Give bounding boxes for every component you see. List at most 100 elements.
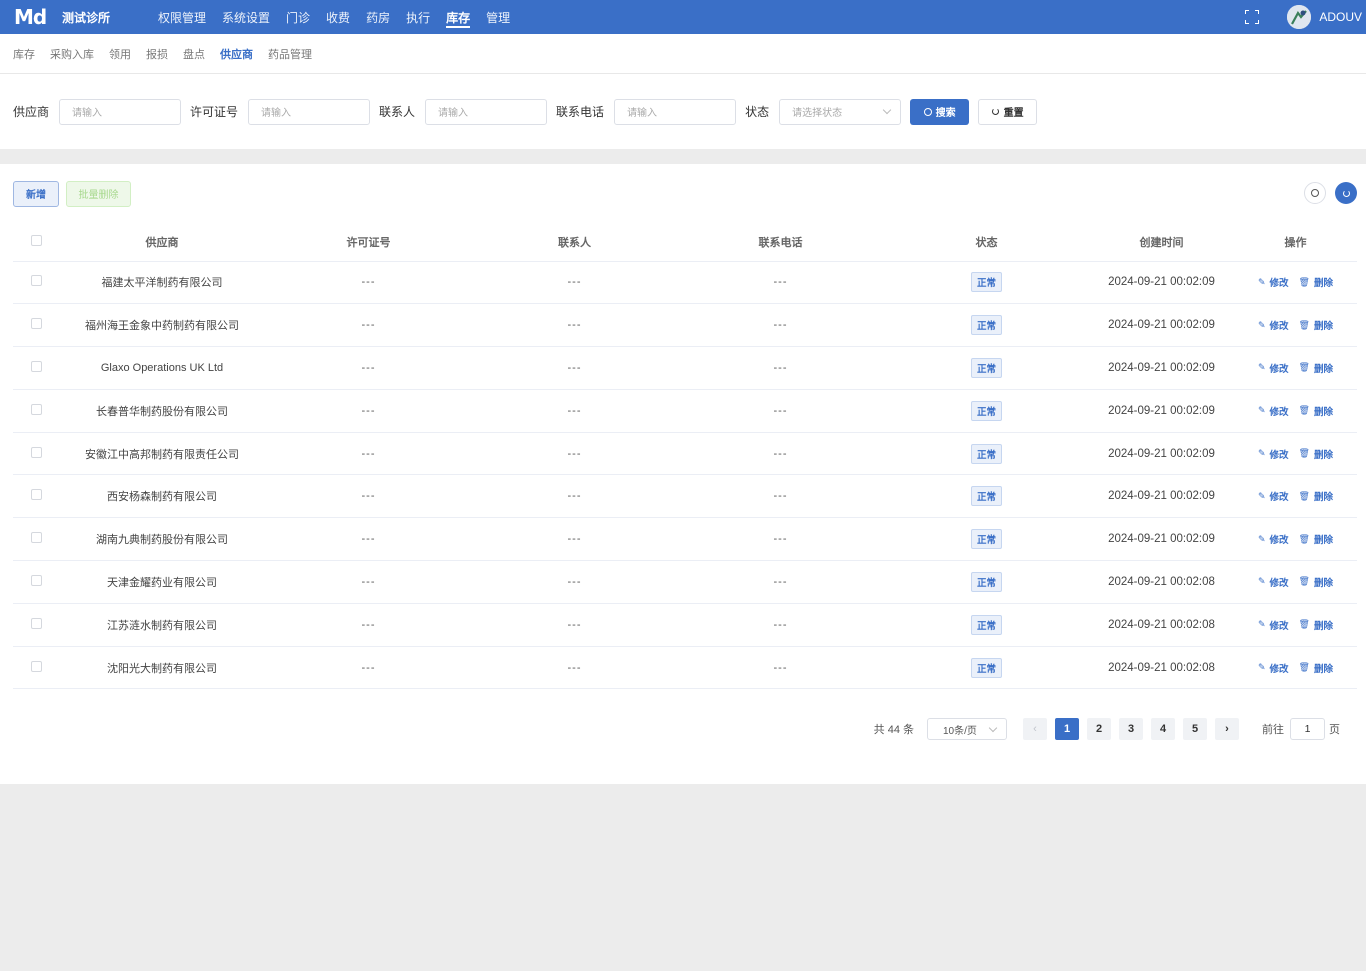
status-filter-select[interactable]: 请选择状态 (779, 98, 902, 125)
supplier-filter-input[interactable]: 请输入 (59, 98, 182, 125)
delete-button[interactable]: 🗑 删除 (1299, 532, 1333, 547)
fullscreen-icon[interactable] (1245, 10, 1260, 24)
search-button[interactable]: 搜索 (910, 98, 970, 125)
table-row[interactable]: 福建太平洋制药有限公司 --- --- --- 正常 2024-09-21 00:02:0… (13, 261, 1357, 305)
delete-label: 删除 (1313, 406, 1333, 418)
page-button[interactable]: 3 (1119, 718, 1143, 740)
add-button[interactable]: 新增 (13, 180, 59, 207)
delete-button[interactable]: 🗑 删除 (1299, 661, 1333, 675)
row-select-cell (13, 474, 59, 519)
row-checkbox[interactable] (30, 532, 42, 544)
prev-page-button[interactable]: ‹ (1023, 718, 1047, 740)
avatar[interactable] (1287, 5, 1312, 29)
top-menu-item[interactable]: 药房 (366, 0, 390, 34)
row-checkbox[interactable] (30, 660, 42, 672)
delete-button[interactable]: 🗑 删除 (1299, 275, 1333, 290)
page-size-select[interactable]: 10条/页 (927, 718, 1007, 740)
reset-button[interactable]: 重置 (978, 98, 1038, 125)
edit-button[interactable]: ✎ 修改 (1257, 275, 1289, 290)
table-row[interactable]: 安徽江中高邦制药有限责任公司 --- --- --- 正常 2024-09-21 00:0… (13, 432, 1357, 476)
sub-nav-item[interactable]: 报损 (146, 46, 168, 62)
top-menu-item[interactable]: 执行 (406, 0, 430, 34)
page-button[interactable]: 1 (1055, 718, 1079, 740)
row-checkbox[interactable] (30, 318, 42, 330)
trash-icon: 🗑 (1298, 319, 1310, 330)
goto-page-input[interactable]: 1 (1290, 718, 1325, 740)
top-menu-item[interactable]: 系统设置 (222, 0, 270, 34)
edit-button[interactable]: ✎ 修改 (1258, 532, 1289, 547)
page-button[interactable]: 5 (1183, 718, 1207, 740)
delete-button[interactable]: 🗑 删除 (1299, 361, 1333, 375)
page-button[interactable]: 2 (1087, 718, 1111, 740)
row-checkbox[interactable] (30, 360, 42, 372)
delete-button[interactable]: 🗑 删除 (1299, 447, 1333, 461)
page-size-value: 10条/页 (943, 725, 977, 737)
row-checkbox[interactable] (30, 574, 42, 586)
actions-cell: ✎ 修改 🗑 删除 (1234, 646, 1357, 690)
table-row[interactable]: 西安杨森制药有限公司 --- --- --- 正常 2024-09-21 00:02:09… (13, 474, 1357, 519)
license-filter-label: 许可证号 (190, 105, 239, 119)
table-row[interactable]: 江苏涟水制药有限公司 --- --- --- 正常 2024-09-21 00:02:08… (13, 603, 1357, 647)
edit-button[interactable]: ✎ 修改 (1258, 618, 1289, 632)
license-filter-input[interactable]: 请输入 (248, 98, 371, 125)
toggle-search-button[interactable] (1304, 182, 1326, 204)
status-cell: 正常 (884, 432, 1089, 476)
trash-icon: 🗑 (1298, 662, 1310, 673)
row-checkbox[interactable] (30, 617, 42, 629)
table-row[interactable]: 湖南九典制药股份有限公司 --- --- --- 正常 2024-09-21 00:02:… (13, 517, 1357, 562)
sub-nav-item[interactable]: 药品管理 (268, 46, 312, 62)
delete-button[interactable]: 🗑 删除 (1299, 404, 1333, 418)
actions-cell: ✎ 修改 🗑 删除 (1234, 389, 1357, 433)
phone-cell: --- (677, 303, 884, 348)
sub-nav-item[interactable]: 盘点 (183, 46, 205, 62)
sub-nav-item[interactable]: 供应商 (220, 46, 253, 62)
edit-button[interactable]: ✎ 修改 (1258, 404, 1289, 418)
top-menu-item[interactable]: 权限管理 (158, 0, 206, 34)
license-cell: --- (265, 517, 472, 562)
row-checkbox[interactable] (30, 489, 42, 501)
row-checkbox[interactable] (30, 275, 42, 287)
sub-nav-item[interactable]: 库存 (13, 46, 35, 62)
top-menu-item[interactable]: 管理 (486, 0, 510, 34)
sub-nav-item[interactable]: 领用 (109, 46, 131, 62)
top-menu-item[interactable]: 收费 (326, 0, 350, 34)
edit-icon: ✎ (1257, 276, 1266, 287)
row-checkbox[interactable] (30, 446, 42, 458)
table-row[interactable]: 沈阳光大制药有限公司 --- --- --- 正常 2024-09-21 00:02:08… (13, 646, 1357, 690)
table-row[interactable]: 长春普华制药股份有限公司 --- --- --- 正常 2024-09-21 00:02:… (13, 389, 1357, 433)
supplier-cell: 江苏涟水制药有限公司 (59, 603, 265, 647)
top-menu-item[interactable]: 门诊 (286, 0, 310, 34)
phone-cell: --- (677, 346, 884, 390)
select-all-checkbox[interactable] (30, 234, 42, 246)
edit-button[interactable]: ✎ 修改 (1258, 318, 1289, 333)
status-badge: 正常 (970, 529, 1002, 550)
contact-filter-input[interactable]: 请输入 (425, 98, 548, 125)
app-logo[interactable]: Md (14, 5, 48, 29)
delete-button[interactable]: 🗑 删除 (1299, 575, 1333, 589)
top-menu-item[interactable]: 库存 (446, 0, 471, 34)
delete-button[interactable]: 🗑 删除 (1299, 489, 1333, 504)
col-phone: 联系电话 (677, 223, 884, 262)
delete-button[interactable]: 🗑 删除 (1298, 318, 1333, 333)
row-select-cell (13, 303, 59, 348)
row-checkbox[interactable] (30, 403, 42, 415)
username[interactable]: ADOUV (1319, 10, 1362, 24)
table-row[interactable]: Glaxo Operations UK Ltd --- --- --- 正常 2024-0… (13, 346, 1357, 390)
bulk-delete-button[interactable]: 批量删除 (66, 180, 131, 207)
edit-button[interactable]: ✎ 修改 (1258, 447, 1289, 461)
edit-button[interactable]: ✎ 修改 (1258, 489, 1289, 504)
refresh-button[interactable] (1335, 182, 1357, 204)
edit-button[interactable]: ✎ 修改 (1258, 361, 1289, 375)
phone-filter-input[interactable]: 请输入 (614, 98, 737, 125)
license-cell: --- (265, 560, 472, 604)
edit-button[interactable]: ✎ 修改 (1258, 575, 1289, 589)
next-page-button[interactable]: › (1215, 718, 1239, 740)
table-row[interactable]: 福州海王金象中药制药有限公司 --- --- --- 正常 2024-09-21 00:0… (13, 303, 1357, 348)
table-row[interactable]: 天津金耀药业有限公司 --- --- --- 正常 2024-09-21 00:02:08… (13, 560, 1357, 604)
page-button[interactable]: 4 (1151, 718, 1175, 740)
delete-button[interactable]: 🗑 删除 (1299, 618, 1333, 632)
edit-button[interactable]: ✎ 修改 (1258, 661, 1289, 675)
sub-nav-item[interactable]: 采购入库 (50, 46, 94, 62)
trash-icon: 🗑 (1298, 576, 1310, 587)
goto-prefix: 前往 (1262, 724, 1284, 736)
